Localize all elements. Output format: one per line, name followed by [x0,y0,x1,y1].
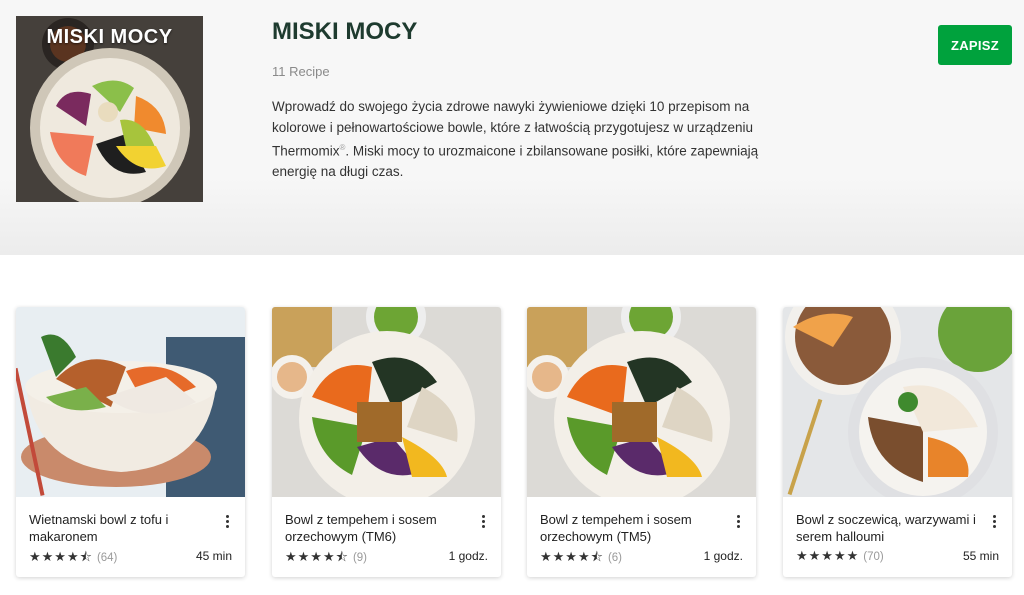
rating-count: (9) [352,552,367,564]
cook-time: 45 min [195,549,232,563]
recipe-card[interactable]: Bowl z soczewicą, warzywami i serem hall… [783,307,1012,577]
collection-cover-image: MISKI MOCY [16,16,203,202]
star-icon: ★★★★⯪ [540,549,604,564]
save-button[interactable]: ZAPISZ [938,25,1012,65]
recipe-title[interactable]: Bowl z tempehem i sosem orzechowym (TM6) [285,511,470,545]
more-vertical-icon[interactable] [477,513,489,531]
cook-time: 55 min [962,549,999,563]
rating: ★★★★⯪ (64) [29,548,117,570]
star-icon: ★★★★⯪ [285,549,349,564]
more-vertical-icon[interactable] [221,513,233,531]
rating-count: (64) [96,552,118,564]
rating: ★★★★⯪ (6) [540,548,622,570]
more-vertical-icon[interactable] [988,513,1000,531]
more-vertical-icon[interactable] [732,513,744,531]
rating-count: (6) [607,552,622,564]
recipe-title[interactable]: Bowl z tempehem i sosem orzechowym (TM5) [540,511,725,545]
recipe-photo [272,307,501,497]
collection-header: MISKI MOCY MISKI MOCY 11 Recipe Wprowadź… [0,0,1024,255]
cook-time: 1 godz. [448,549,488,563]
description-text-end: . Miski mocy to urozmaicone i zbilansowa… [272,143,759,180]
rating: ★★★★⯪ (9) [285,548,367,570]
recipe-card[interactable]: Bowl z tempehem i sosem orzechowym (TM6)… [272,307,501,577]
recipe-count: 11 Recipe [272,64,330,79]
recipe-title[interactable]: Wietnamski bowl z tofu i makaronem [29,511,214,545]
recipe-photo [527,307,756,497]
cover-title: MISKI MOCY [46,26,173,48]
collection-description: Wprowadź do swojego życia zdrowe nawyki … [272,97,762,183]
collection-title: MISKI MOCY [272,18,418,45]
recipe-title[interactable]: Bowl z soczewicą, warzywami i serem hall… [796,511,981,545]
star-icon: ★★★★⯪ [29,549,93,564]
recipe-photo [16,307,245,497]
recipe-card[interactable]: Bowl z tempehem i sosem orzechowym (TM5)… [527,307,756,577]
recipe-card[interactable]: Wietnamski bowl z tofu i makaronem ★★★★⯪… [16,307,245,577]
rating-count: (70) [863,551,884,563]
star-icon: ★★★★★ [796,548,860,563]
cook-time: 1 godz. [703,549,743,563]
rating: ★★★★★ (70) [796,548,884,564]
recipe-photo [783,307,1012,497]
